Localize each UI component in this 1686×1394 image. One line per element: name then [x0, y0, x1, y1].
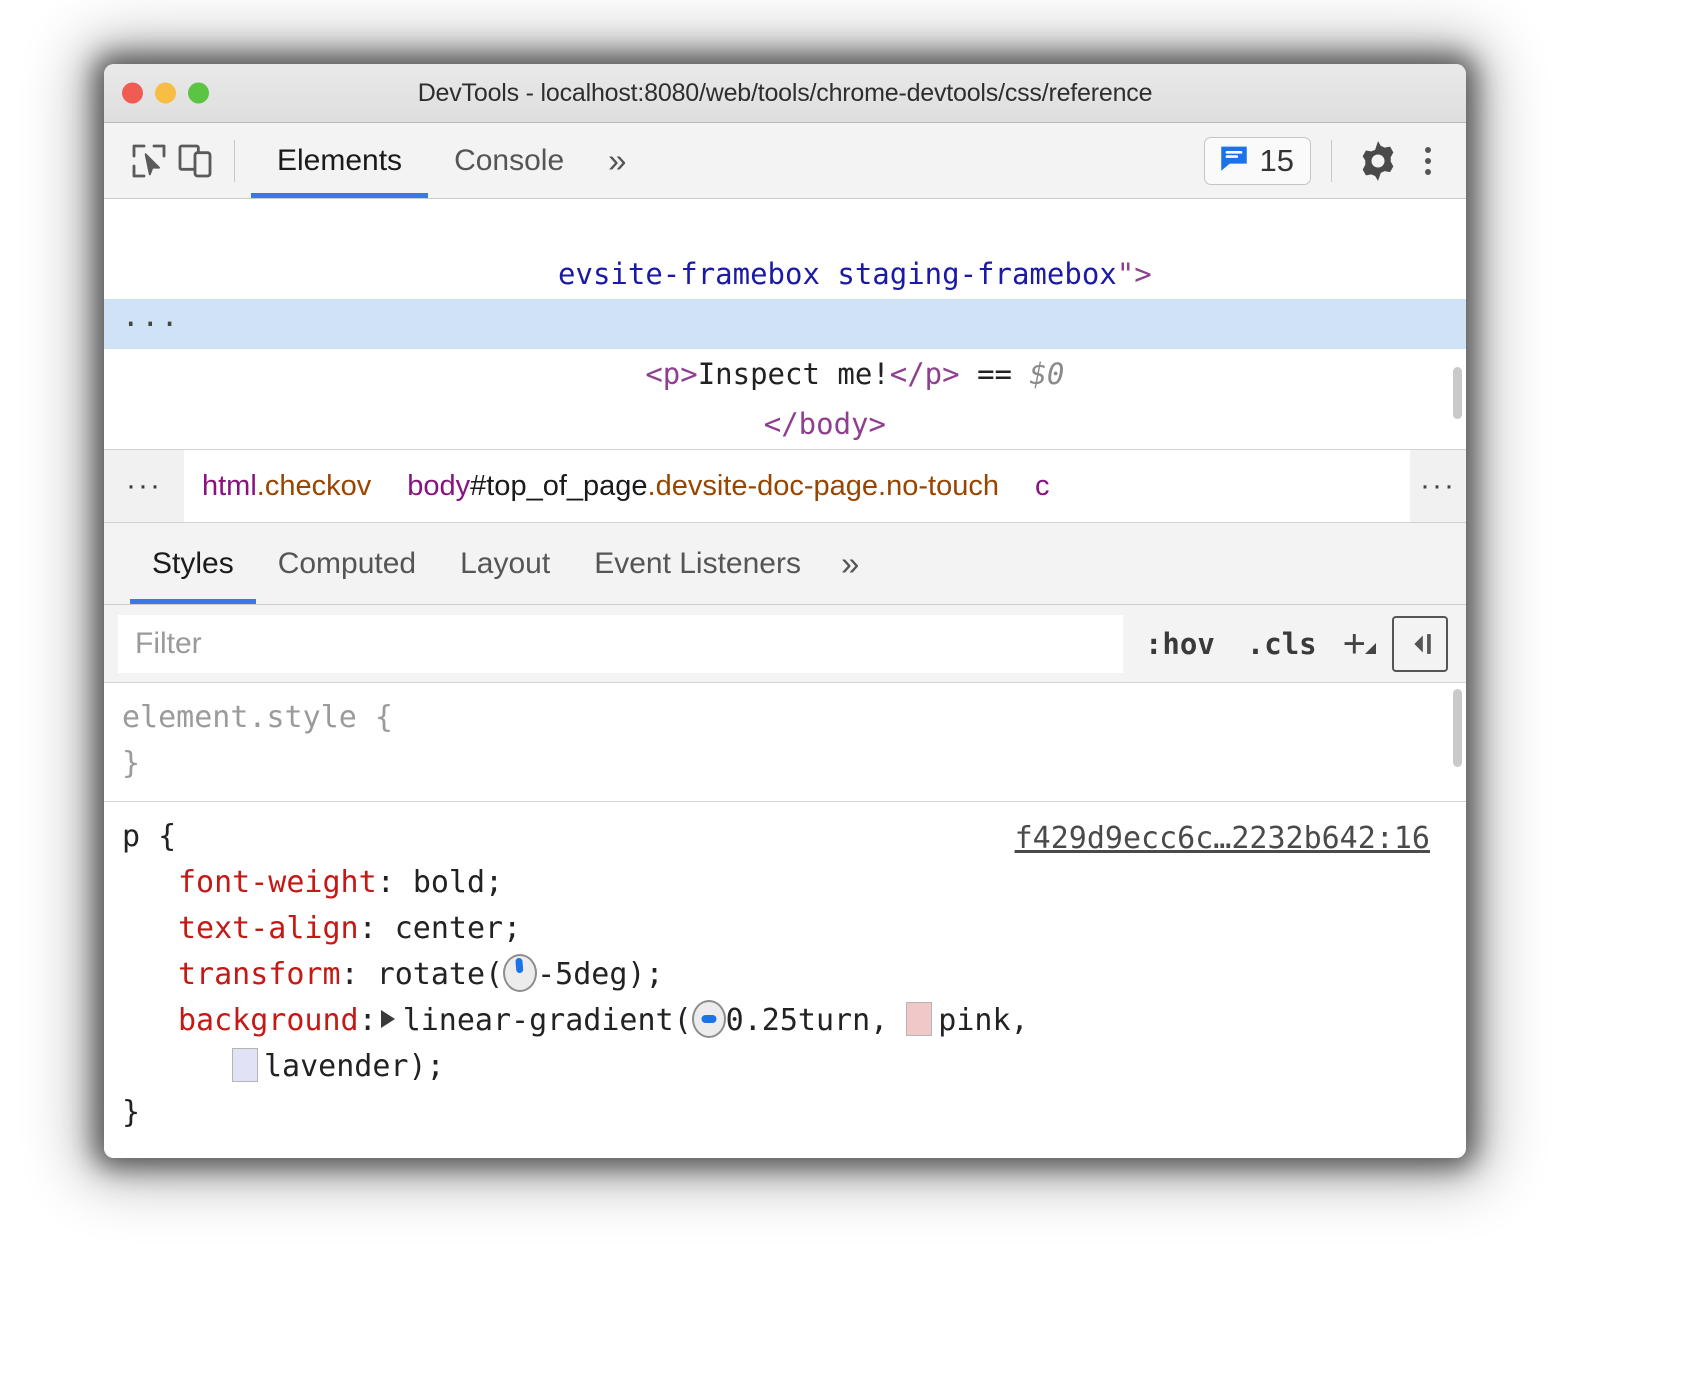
rule-close-brace: } [122, 1090, 1466, 1136]
toolbar-right-group: 15 [1204, 135, 1466, 187]
new-style-rule-button[interactable]: + [1333, 624, 1386, 664]
tab-event-listeners-label: Event Listeners [594, 547, 801, 581]
rule-source-link[interactable]: f429d9ecc6c…2232b642:16 [1015, 816, 1430, 862]
rule-open-brace: { [158, 819, 176, 854]
breadcrumb-tag: html [202, 470, 257, 503]
dom-line-selected[interactable]: ···<p>Inspect me!</p> == $0 [104, 299, 1466, 349]
tab-elements[interactable]: Elements [251, 123, 428, 198]
rule-open-brace: { [375, 700, 393, 735]
styles-filter-row: Filter :hov .cls + [104, 605, 1466, 683]
breadcrumb-overflow-right[interactable]: ··· [1410, 450, 1466, 522]
tab-console[interactable]: Console [428, 123, 590, 198]
breadcrumb: ··· html.checkov body#top_of_page.devsit… [104, 449, 1466, 523]
filter-input[interactable]: Filter [118, 615, 1123, 673]
declaration-property[interactable]: transform [178, 957, 341, 992]
tab-layout-label: Layout [460, 547, 550, 581]
declaration-transform[interactable]: transform: rotate(-5deg); [122, 952, 1466, 998]
devtools-window: DevTools - localhost:8080/web/tools/chro… [104, 64, 1466, 1158]
declaration-background-line2[interactable]: lavender); [122, 1044, 1466, 1090]
breadcrumb-tag: c [1035, 470, 1050, 503]
dom-line[interactable]: </html> [104, 399, 1466, 449]
breadcrumb-classes: .devsite-doc-page.no-touch [648, 470, 999, 503]
turn-clock-icon[interactable] [692, 1000, 726, 1038]
declaration-value-end: ); [409, 1049, 445, 1084]
issues-count: 15 [1260, 143, 1294, 179]
toolbar-divider-right [1331, 140, 1332, 182]
device-toolbar-icon[interactable] [172, 138, 218, 184]
declaration-property[interactable]: background [178, 1003, 359, 1038]
declaration-value-prefix: rotate( [377, 957, 503, 992]
kebab-menu-icon[interactable] [1408, 135, 1448, 187]
color-swatch-pink[interactable] [906, 1002, 932, 1036]
dom-line[interactable]: evsite-framebox staging-framebox"> [104, 199, 1466, 249]
angle-clock-icon[interactable] [503, 954, 537, 992]
inspect-cursor-icon[interactable] [126, 138, 172, 184]
rule-selector[interactable]: element.style [122, 700, 357, 735]
screenshot-stage: DevTools - localhost:8080/web/tools/chro… [0, 0, 1686, 1394]
tab-computed[interactable]: Computed [256, 523, 438, 604]
minimize-window-button[interactable] [155, 83, 176, 104]
dom-line[interactable]: </body> [104, 349, 1466, 399]
dom-overflow-ellipsis[interactable]: ··· [122, 299, 180, 349]
tab-styles-label: Styles [152, 547, 234, 581]
dom-tree-scrollbar[interactable] [1453, 367, 1462, 419]
dom-line[interactable]: <style>…</style> [104, 249, 1466, 299]
expand-shorthand-icon[interactable] [381, 1010, 395, 1028]
tab-elements-label: Elements [277, 144, 402, 178]
breadcrumb-tag: body [407, 470, 470, 503]
toggle-element-classes-button[interactable]: .cls [1231, 627, 1333, 661]
more-panels-icon[interactable]: » [590, 123, 644, 198]
breadcrumb-id: #top_of_page [470, 470, 647, 503]
declaration-value-angle[interactable]: -5deg); [537, 957, 663, 992]
tab-styles[interactable]: Styles [130, 523, 256, 604]
declaration-value-prefix: linear-gradient( [403, 1003, 692, 1038]
declaration-font-weight[interactable]: font-weight: bold; [122, 860, 1466, 906]
css-rules-list[interactable]: element.style { } f429d9ecc6c…2232b642:1… [104, 683, 1466, 1158]
css-rules-scrollbar[interactable] [1453, 689, 1462, 767]
declaration-value-turn[interactable]: 0.25turn, [726, 1003, 907, 1038]
devtools-panel-tabs: Elements Console » [251, 123, 645, 198]
gear-icon[interactable] [1352, 135, 1404, 187]
window-title: DevTools - localhost:8080/web/tools/chro… [104, 79, 1466, 108]
plus-icon: + [1343, 624, 1366, 664]
declaration-text-align[interactable]: text-align: center; [122, 906, 1466, 952]
issues-counter-button[interactable]: 15 [1204, 137, 1311, 185]
color-name-pink[interactable]: pink [938, 1003, 1010, 1038]
tab-console-label: Console [454, 144, 564, 178]
toolbar-divider [234, 140, 235, 182]
rule-selector-line: element.style { [122, 695, 1466, 741]
rule-close-brace: } [122, 741, 1466, 787]
breadcrumb-overflow-left[interactable]: ··· [104, 450, 184, 522]
computed-sidebar-toggle-icon[interactable] [1392, 616, 1448, 672]
window-titlebar: DevTools - localhost:8080/web/tools/chro… [104, 64, 1466, 123]
breadcrumb-item-html[interactable]: html.checkov [184, 470, 389, 503]
dropdown-triangle-icon [1365, 643, 1376, 654]
declaration-property[interactable]: font-weight [178, 865, 377, 900]
rule-element-style[interactable]: element.style { } [104, 683, 1466, 801]
declaration-background[interactable]: background:linear-gradient(0.25turn, pin… [122, 998, 1466, 1044]
close-window-button[interactable] [122, 83, 143, 104]
more-styles-tabs-icon[interactable]: » [823, 523, 877, 604]
tab-layout[interactable]: Layout [438, 523, 572, 604]
color-name-lavender[interactable]: lavender [264, 1049, 409, 1084]
toggle-hover-state-button[interactable]: :hov [1129, 627, 1231, 661]
issues-message-icon [1217, 141, 1251, 180]
rule-selector[interactable]: p [122, 819, 140, 854]
rule-p[interactable]: f429d9ecc6c…2232b642:16 p { font-weight:… [104, 801, 1466, 1150]
devtools-toolbar: Elements Console » 15 [104, 123, 1466, 199]
tab-computed-label: Computed [278, 547, 416, 581]
breadcrumb-classes: .checkov [257, 470, 371, 503]
declaration-value[interactable]: bold; [413, 865, 503, 900]
breadcrumb-item-body[interactable]: body#top_of_page.devsite-doc-page.no-tou… [389, 470, 1017, 503]
color-separator: , [1011, 1003, 1029, 1038]
dom-tree-pane[interactable]: evsite-framebox staging-framebox"> <styl… [104, 199, 1466, 449]
breadcrumb-item-truncated[interactable]: c [1017, 470, 1068, 503]
zoom-window-button[interactable] [188, 83, 209, 104]
color-swatch-lavender[interactable] [232, 1048, 258, 1082]
declaration-value[interactable]: center; [395, 911, 521, 946]
traffic-light-buttons[interactable] [122, 83, 209, 104]
tab-event-listeners[interactable]: Event Listeners [572, 523, 823, 604]
declaration-property[interactable]: text-align [178, 911, 359, 946]
styles-pane-tabs: Styles Computed Layout Event Listeners » [104, 523, 1466, 605]
